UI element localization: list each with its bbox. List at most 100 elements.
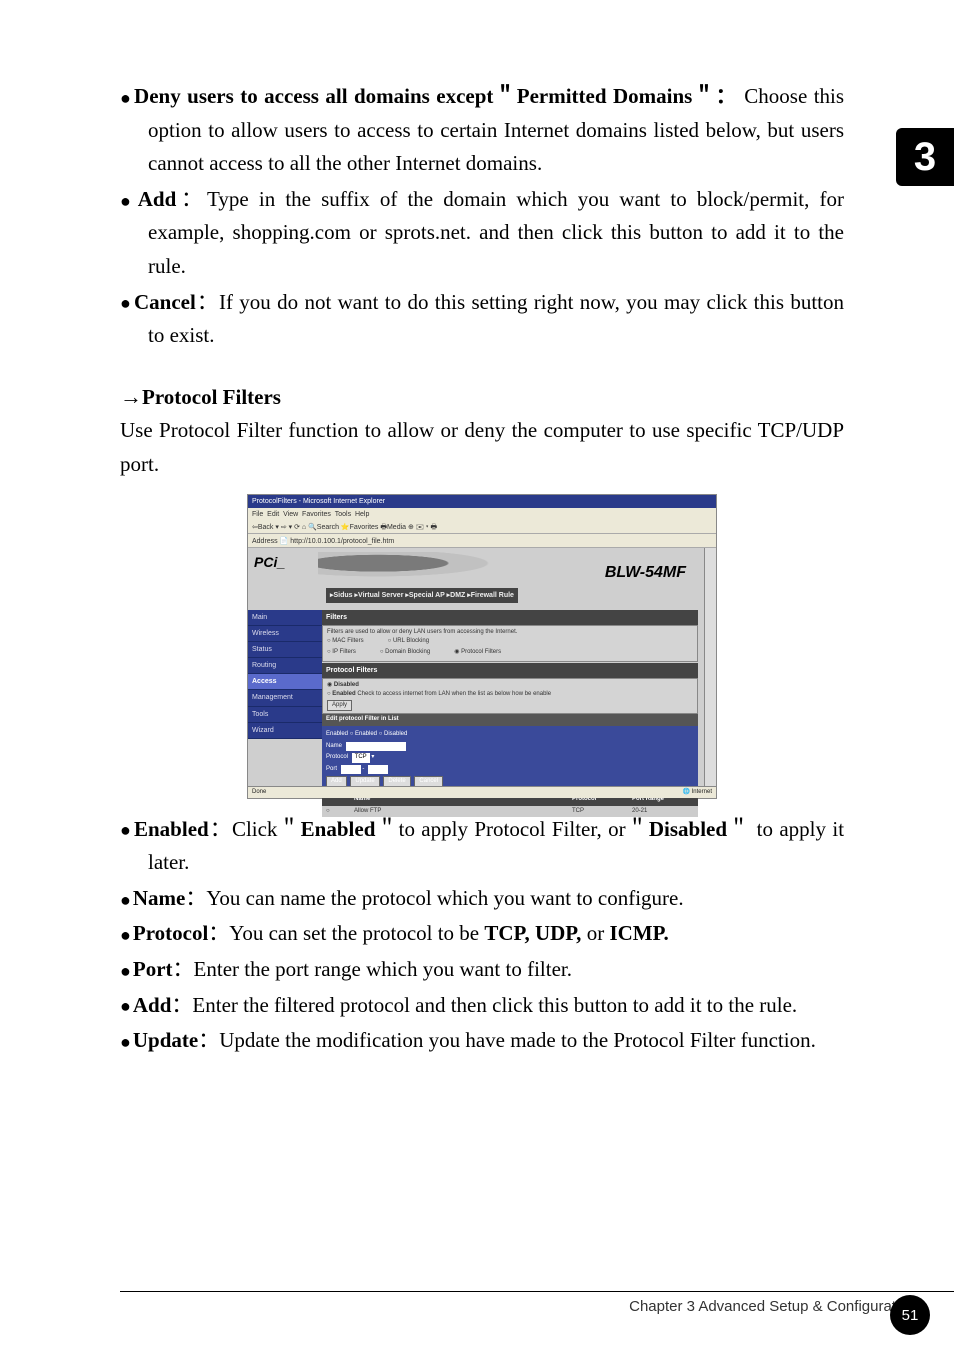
sidebar-item: Management <box>248 690 322 706</box>
page-main: PCi_ BLW-54MF ▸Sidus ▸Virtual Server ▸Sp… <box>248 548 704 786</box>
filter-opt-selected: ◉ Protocol Filters <box>454 648 501 658</box>
add1-label: Add <box>138 187 177 211</box>
filters-note: Filters are used to allow or deny LAN us… <box>327 628 693 638</box>
page-content: ●Deny users to access all domains except… <box>0 0 954 1058</box>
colon: ： <box>209 817 232 841</box>
add2-desc: Enter the filtered protocol and then cli… <box>192 993 797 1017</box>
port-desc: Enter the port range which you want to f… <box>194 957 572 981</box>
colon: ： <box>171 993 192 1017</box>
filter-opt: ○ Domain Blocking <box>380 648 430 658</box>
update-desc: Update the modification you have made to… <box>219 1028 816 1052</box>
enabled-label: Enabled <box>134 817 209 841</box>
protocol-desc-bold2: ICMP. <box>609 921 668 945</box>
enabled-quote2: Disabled <box>649 817 727 841</box>
sidebar: Main Wireless Status Routing Access Mana… <box>248 610 322 740</box>
deny-label-quote: Permitted Domains <box>517 84 693 108</box>
quote-close-colon: ＂： <box>692 84 738 108</box>
cancel-label: Cancel <box>134 290 196 314</box>
scrollbar <box>704 548 716 786</box>
sidebar-item: Wizard <box>248 723 322 739</box>
filter-opt: ○ IP Filters <box>327 648 356 658</box>
add1-desc: Type in the suffix of the domain which y… <box>148 187 844 278</box>
name-desc: You can name the protocol which you want… <box>206 886 683 910</box>
sidebar-item: Routing <box>248 658 322 674</box>
pf-body: ◉ Disabled ○ Enabled Check to access int… <box>322 678 698 715</box>
brand-logo: PCi_ <box>254 551 314 585</box>
bullet-icon: ● <box>120 890 131 910</box>
model-label: BLW-54MF <box>605 560 686 586</box>
pf-disabled: ◉ Disabled <box>327 681 693 691</box>
edit-form: Enabled ○ Enabled ○ Disabled Name Protoc… <box>322 726 698 794</box>
window-menubar: File Edit View Favorites Tools Help <box>248 508 716 520</box>
sidebar-item: Status <box>248 642 322 658</box>
statusbar: Done 🌐 Internet <box>248 786 716 798</box>
name-item: ●Name：You can name the protocol which yo… <box>120 882 844 916</box>
bullet-icon: ● <box>120 925 131 945</box>
deny-label-pre: Deny users to access all domains except <box>134 84 493 108</box>
bullet-icon: ● <box>120 293 132 313</box>
page-footer: Chapter 3 Advanced Setup & Configuration… <box>120 1291 954 1315</box>
quote-open: ＂ <box>277 817 300 841</box>
protocol-label: Protocol <box>133 921 208 945</box>
colon: ： <box>173 957 194 981</box>
table-row: ○ Allow FTP TCP 20-21 <box>322 806 698 818</box>
chapter-tab: 3 <box>896 128 954 186</box>
quote-close: ＂ <box>727 817 750 841</box>
filter-opt: ○ URL Blocking <box>388 637 429 647</box>
protocol-filters-heading: →Protocol Filters <box>120 379 844 415</box>
window-titlebar: ProtocolFilters - Microsoft Internet Exp… <box>248 495 716 508</box>
pf-enabled: ○ Enabled Check to access internet from … <box>327 690 693 700</box>
filters-header: Filters <box>322 610 698 625</box>
add2-item: ●Add：Enter the filtered protocol and the… <box>120 989 844 1023</box>
enabled-desc-mid: to apply Protocol Filter, or <box>399 817 626 841</box>
footer-text: Chapter 3 Advanced Setup & Configuration <box>629 1298 916 1315</box>
filters-body: Filters are used to allow or deny LAN us… <box>322 625 698 662</box>
protocol-desc-bold: TCP, UDP, <box>484 921 581 945</box>
sidebar-item: Wireless <box>248 626 322 642</box>
colon: ： <box>196 290 219 314</box>
update-label: Update <box>133 1028 198 1052</box>
enabled-item: ●Enabled：Click＂Enabled＂to apply Protocol… <box>120 813 844 880</box>
enabled-quote1: Enabled <box>301 817 376 841</box>
sidebar-item-selected: Access <box>248 674 322 690</box>
enabled-desc-pre: Click <box>232 817 278 841</box>
window-toolbar: ⇦Back ▾ ⇨ ▾ ⟳ ⌂ 🔍Search ⭐Favorites 🖶Medi… <box>248 520 716 534</box>
protocol-filters-desc: Use Protocol Filter function to allow or… <box>120 414 844 481</box>
cancel-desc: If you do not want to do this setting ri… <box>148 290 844 348</box>
protocol-desc-mid: or <box>587 921 605 945</box>
port-item: ●Port：Enter the port range which you wan… <box>120 953 844 987</box>
pf-header: Protocol Filters <box>322 663 698 678</box>
protocol-item: ●Protocol：You can set the protocol to be… <box>120 917 844 951</box>
arrow-icon: → <box>120 384 142 409</box>
cancel-item: ●Cancel：If you do not want to do this se… <box>120 286 844 353</box>
filter-opt: ○ MAC Filters <box>327 637 364 647</box>
port-label: Port <box>133 957 173 981</box>
colon: ： <box>198 1028 219 1052</box>
name-label: Name <box>133 886 185 910</box>
colon: ： <box>176 187 207 211</box>
edit-header: Edit protocol Filter in List <box>322 714 698 726</box>
bullet-icon: ● <box>120 88 132 108</box>
sidebar-item: Tools <box>248 707 322 723</box>
page-number: 51 <box>890 1295 930 1335</box>
quote-open: ＂ <box>626 817 649 841</box>
deny-item: ●Deny users to access all domains except… <box>120 80 844 181</box>
router-screenshot: ProtocolFilters - Microsoft Internet Exp… <box>247 494 717 799</box>
swoosh-graphic <box>318 552 518 580</box>
bullet-icon: ● <box>120 191 136 211</box>
colon: ： <box>208 921 229 945</box>
window-addressbar: Address 📄 http://10.0.100.1/protocol_fil… <box>248 534 716 548</box>
bullet-icon: ● <box>120 1032 131 1052</box>
update-item: ●Update：Update the modification you have… <box>120 1024 844 1058</box>
protocol-desc-pre: You can set the protocol to be <box>229 921 479 945</box>
quote-open: ＂ <box>493 84 516 108</box>
bullet-icon: ● <box>120 820 132 840</box>
quote-close: ＂ <box>375 817 398 841</box>
bullet-icon: ● <box>120 961 131 981</box>
sidebar-item: Main <box>248 610 322 626</box>
protocol-filters-title: Protocol Filters <box>142 385 281 409</box>
bullet-icon: ● <box>120 996 131 1016</box>
colon: ： <box>185 886 206 910</box>
top-tabs: ▸Sidus ▸Virtual Server ▸Special AP ▸DMZ … <box>326 588 518 603</box>
add2-label: Add <box>133 993 172 1017</box>
